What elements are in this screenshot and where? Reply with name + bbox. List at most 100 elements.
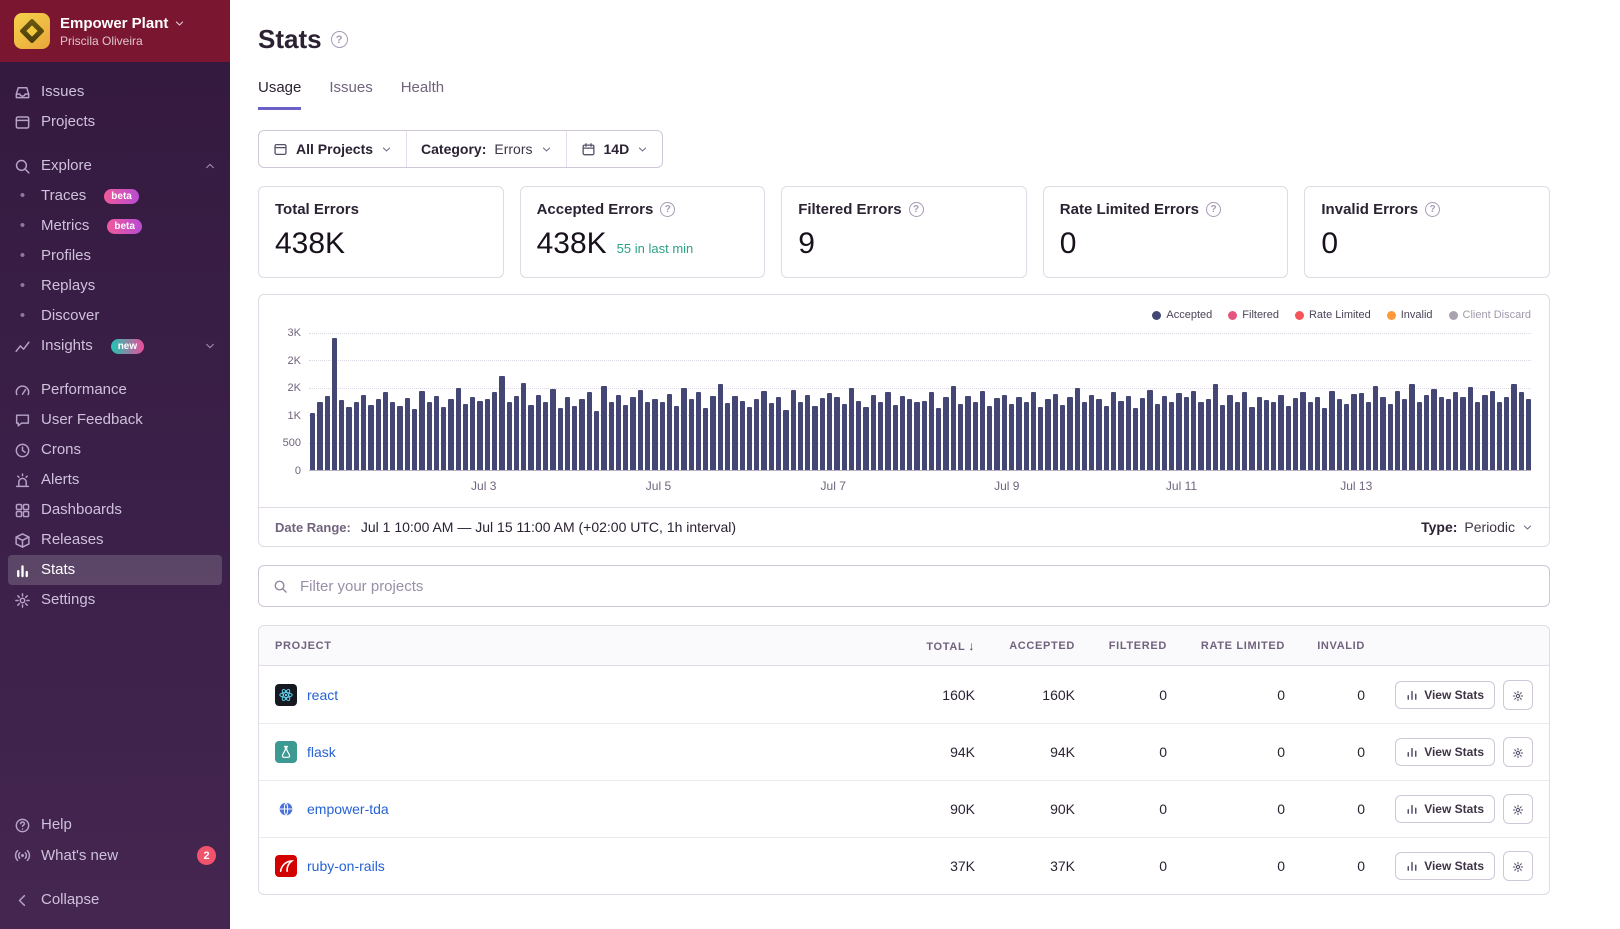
help-icon[interactable]: ? [1206, 202, 1221, 217]
sidebar-item-collapse[interactable]: Collapse [0, 885, 230, 915]
rate_limited-value: 0 [1167, 744, 1285, 760]
alerts-icon [14, 472, 31, 489]
column-header-project[interactable]: PROJECT [275, 640, 865, 652]
chevron-down-icon [637, 144, 648, 155]
collapse-icon [14, 892, 31, 909]
project-settings-button[interactable] [1503, 794, 1533, 824]
view-stats-button[interactable]: View Stats [1395, 795, 1495, 823]
sidebar-item-alerts[interactable]: Alerts [0, 465, 230, 495]
project-filter[interactable]: All Projects [259, 131, 406, 167]
legend-item-accepted[interactable]: Accepted [1152, 309, 1212, 321]
search-icon [273, 579, 288, 594]
chart-type-select[interactable]: Type: Periodic [1421, 519, 1533, 535]
sidebar-item-insights[interactable]: Insightsnew [0, 331, 230, 361]
category-filter[interactable]: Category: Errors [406, 131, 565, 167]
issues-icon [14, 84, 31, 101]
project-settings-button[interactable] [1503, 851, 1533, 881]
sidebar-item-user-feedback[interactable]: User Feedback [0, 405, 230, 435]
chart-bar [922, 401, 927, 470]
view-stats-button[interactable]: View Stats [1395, 852, 1495, 880]
project-link[interactable]: flask [307, 744, 336, 760]
insights-icon [14, 338, 31, 355]
org-switcher[interactable]: Empower Plant Priscila Oliveira [0, 0, 230, 62]
sidebar-item-dashboards[interactable]: Dashboards [0, 495, 230, 525]
project-link[interactable]: empower-tda [307, 801, 389, 817]
help-icon[interactable]: ? [1425, 202, 1440, 217]
stat-card-value: 438K [275, 227, 345, 261]
tab-usage[interactable]: Usage [258, 79, 301, 110]
help-icon[interactable]: ? [331, 31, 348, 48]
legend-item-invalid[interactable]: Invalid [1387, 309, 1433, 321]
chart-bar [1337, 399, 1342, 470]
chart-bar [1497, 402, 1502, 470]
chart-bar [317, 402, 322, 470]
help-icon[interactable]: ? [909, 202, 924, 217]
chart-bar [1075, 388, 1080, 470]
sidebar-item-explore[interactable]: Explore [0, 151, 230, 181]
sidebar-item-settings[interactable]: Settings [0, 585, 230, 615]
chart-bar [1511, 384, 1516, 470]
view-stats-button[interactable]: View Stats [1395, 738, 1495, 766]
column-header-rate-limited[interactable]: RATE LIMITED [1167, 640, 1285, 652]
tab-issues[interactable]: Issues [329, 79, 372, 110]
legend-item-rate-limited[interactable]: Rate Limited [1295, 309, 1371, 321]
view-stats-button[interactable]: View Stats [1395, 681, 1495, 709]
chart-bar [1519, 392, 1524, 470]
gear-icon [1512, 746, 1524, 758]
chart-bar [725, 403, 730, 470]
sidebar-item-label: Settings [41, 591, 95, 609]
sidebar-item-replays[interactable]: •Replays [0, 271, 230, 301]
project-link[interactable]: ruby-on-rails [307, 858, 385, 874]
sidebar-item-discover[interactable]: •Discover [0, 301, 230, 331]
sidebar-item-label: Projects [41, 113, 95, 131]
chart-bar [507, 402, 512, 470]
chart-bar [1155, 404, 1160, 470]
x-axis: Jul 3Jul 5Jul 7Jul 9Jul 11Jul 13 [309, 475, 1531, 501]
total-value: 37K [865, 858, 975, 874]
chart-bar [1395, 391, 1400, 470]
sidebar-item-help[interactable]: Help [0, 810, 230, 840]
project-link[interactable]: react [307, 687, 338, 703]
bar-chart-icon [1406, 860, 1418, 872]
project-settings-button[interactable] [1503, 737, 1533, 767]
column-header-accepted[interactable]: ACCEPTED [975, 640, 1075, 652]
project-settings-button[interactable] [1503, 680, 1533, 710]
sidebar-item-label: Explore [41, 157, 92, 175]
legend-dot [1295, 311, 1304, 320]
chart-bar [1359, 393, 1364, 470]
gear-icon [1512, 860, 1524, 872]
legend-dot [1387, 311, 1396, 320]
legend-item-filtered[interactable]: Filtered [1228, 309, 1279, 321]
chart-bar [674, 406, 679, 470]
tab-health[interactable]: Health [401, 79, 444, 110]
help-icon[interactable]: ? [660, 202, 675, 217]
legend-item-client-discard[interactable]: Client Discard [1449, 309, 1531, 321]
sidebar-item-releases[interactable]: Releases [0, 525, 230, 555]
flask-platform-icon [275, 741, 297, 763]
chart-bar [441, 407, 446, 470]
rails-platform-icon [275, 855, 297, 877]
sidebar-item-stats[interactable]: Stats [8, 555, 222, 585]
chart-bar [623, 405, 628, 470]
sidebar-item-metrics[interactable]: •Metricsbeta [0, 211, 230, 241]
column-header-invalid[interactable]: INVALID [1285, 640, 1365, 652]
column-header-filtered[interactable]: FILTERED [1075, 640, 1167, 652]
date-range-filter[interactable]: 14D [566, 131, 663, 167]
sidebar-item-issues[interactable]: Issues [0, 77, 230, 107]
chart-bar [594, 411, 599, 470]
row-actions: View Stats [1365, 794, 1533, 824]
search-input[interactable] [298, 577, 1535, 596]
sidebar-item-traces[interactable]: •Tracesbeta [0, 181, 230, 211]
sidebar-item-crons[interactable]: Crons [0, 435, 230, 465]
chart-bar [587, 392, 592, 470]
sidebar-item-performance[interactable]: Performance [0, 375, 230, 405]
chart-bar [1293, 398, 1298, 470]
sidebar-item-what-s-new[interactable]: What's new2 [0, 840, 230, 871]
bullet-icon: • [14, 221, 31, 231]
column-header-total[interactable]: TOTAL↓ [865, 639, 975, 653]
chart-bar [1424, 395, 1429, 470]
project-cell: react [275, 684, 865, 706]
sidebar-item-profiles[interactable]: •Profiles [0, 241, 230, 271]
chart-bar [761, 391, 766, 470]
sidebar-item-projects[interactable]: Projects [0, 107, 230, 137]
